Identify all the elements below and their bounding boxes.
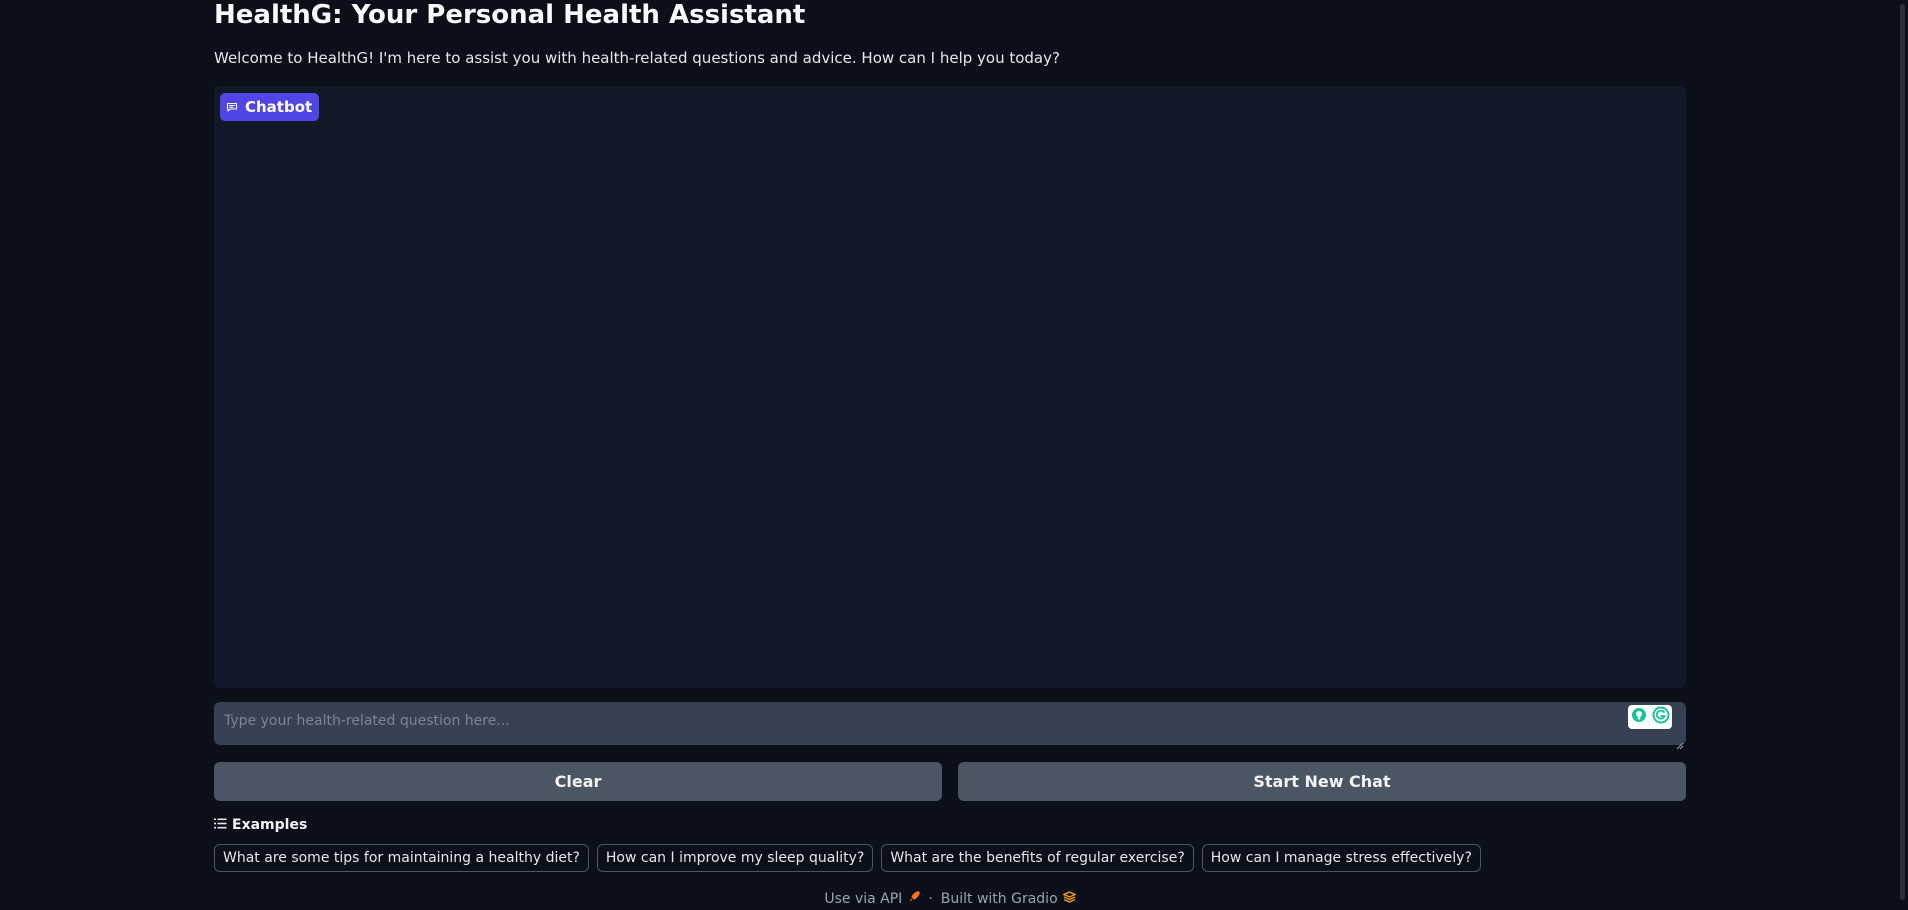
chat-bubble-icon xyxy=(226,101,238,113)
built-with-gradio-label: Built with Gradio xyxy=(940,891,1058,907)
scrollbar-thumb[interactable] xyxy=(1900,4,1905,900)
examples-list: What are some tips for maintaining a hea… xyxy=(214,844,1481,872)
question-input[interactable] xyxy=(214,702,1686,745)
list-icon xyxy=(214,817,227,833)
example-button[interactable]: How can I improve my sleep quality? xyxy=(596,844,874,872)
examples-heading: Examples xyxy=(232,817,308,833)
example-button[interactable]: What are some tips for maintaining a hea… xyxy=(214,844,589,872)
chatbot-label: Chatbot xyxy=(245,98,313,116)
grammarly-icon[interactable] xyxy=(1652,706,1670,728)
use-via-api-label: Use via API xyxy=(824,891,903,907)
page-scrollbar[interactable] xyxy=(1894,0,1908,910)
question-input-container xyxy=(214,702,1686,750)
chatbot-label-badge: Chatbot xyxy=(220,93,320,121)
use-via-api-link[interactable]: Use via API xyxy=(824,891,920,907)
example-button[interactable]: What are the benefits of regular exercis… xyxy=(881,844,1194,872)
examples-header: Examples xyxy=(214,817,307,833)
clear-button[interactable]: Clear xyxy=(214,762,942,801)
footer-separator: · xyxy=(928,891,933,907)
gradio-logo-icon xyxy=(1061,891,1077,907)
footer: Use via API · Built with Gradio xyxy=(214,891,1686,907)
grammar-extension-widget[interactable] xyxy=(1628,705,1672,729)
resize-handle-icon[interactable] xyxy=(1676,735,1684,750)
page-description: Welcome to HealthG! I'm here to assist y… xyxy=(214,49,1060,67)
example-button[interactable]: How can I manage stress effectively? xyxy=(1201,844,1481,872)
start-new-chat-button[interactable]: Start New Chat xyxy=(958,762,1686,801)
built-with-gradio-link[interactable]: Built with Gradio xyxy=(940,891,1077,907)
rocket-icon xyxy=(908,891,920,907)
page-title: HealthG: Your Personal Health Assistant xyxy=(214,0,806,30)
app-page: HealthG: Your Personal Health Assistant … xyxy=(0,0,1908,910)
lightbulb-icon[interactable] xyxy=(1631,707,1647,727)
chatbot-panel[interactable]: Chatbot xyxy=(214,86,1686,688)
